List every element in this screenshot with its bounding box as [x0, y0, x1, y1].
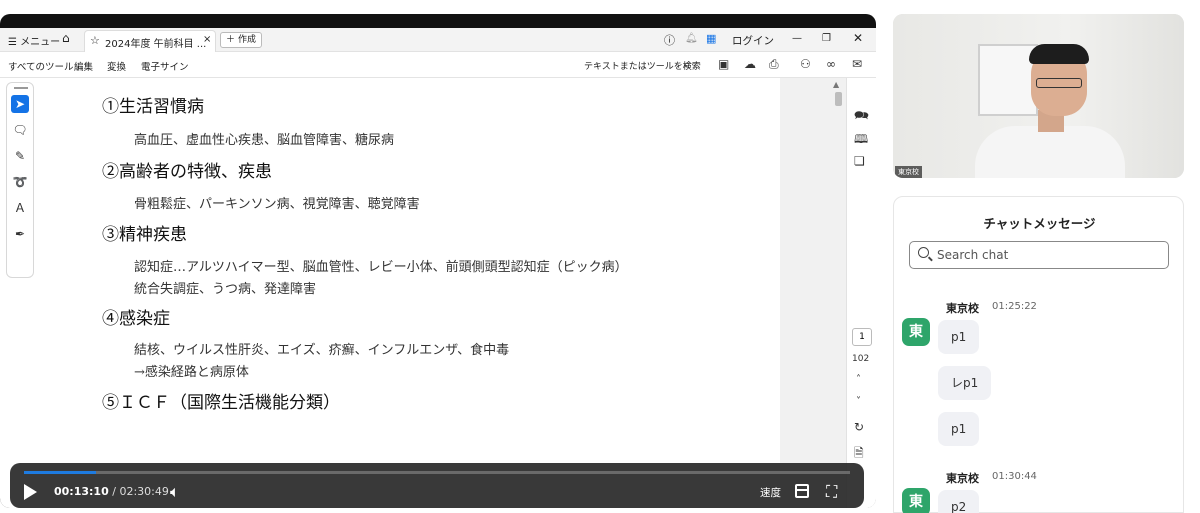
- speed-button[interactable]: 速度: [760, 485, 781, 500]
- page-number-input[interactable]: 1: [852, 328, 872, 346]
- pdf-page: ①生活習慣病 高血圧、虚血性心疾患、脳血管障害、糖尿病 ②高齢者の特徴、疾患 骨…: [40, 82, 780, 508]
- message-bubble: p2: [938, 490, 980, 513]
- section-line: 骨粗鬆症、パーキンソン病、視覚障害、聴覚障害: [134, 197, 420, 212]
- restore-icon[interactable]: ❐: [822, 33, 831, 44]
- progress-bar[interactable]: [24, 471, 850, 474]
- login-button[interactable]: ログイン: [732, 33, 774, 48]
- mail-icon[interactable]: ✉: [852, 57, 862, 71]
- play-icon[interactable]: [24, 484, 37, 500]
- chevron-up-icon[interactable]: ˄: [856, 374, 861, 385]
- message-bubble: p1: [938, 412, 980, 446]
- section-line: 高血圧、虚血性心疾患、脳血管障害、糖尿病: [134, 133, 395, 148]
- scroll-up-arrow[interactable]: ▲: [833, 80, 839, 89]
- minimize-icon[interactable]: —: [792, 33, 802, 44]
- edit-menu[interactable]: 編集: [74, 59, 93, 73]
- sign-icon[interactable]: ✒: [11, 225, 29, 243]
- rail-grip[interactable]: [14, 87, 28, 89]
- search-icon: [918, 247, 929, 258]
- current-time: 00:13:10: [54, 485, 109, 498]
- message-time: 01:25:22: [992, 301, 1037, 312]
- avatar: 東: [902, 488, 930, 513]
- share-icon[interactable]: ⚇: [800, 57, 811, 71]
- convert-menu[interactable]: 変換: [107, 59, 126, 73]
- upload-icon[interactable]: ☁: [744, 57, 756, 71]
- presenter-hair: [1029, 44, 1089, 64]
- message-bubble: p1: [938, 320, 980, 354]
- all-tools-menu[interactable]: すべてのツール: [8, 59, 73, 73]
- section-heading: ②高齢者の特徴、疾患: [102, 162, 272, 182]
- presenter-body: [975, 126, 1125, 178]
- message-sender: 東京校: [946, 302, 979, 315]
- close-tab-icon[interactable]: ×: [203, 34, 211, 45]
- chat-title: チャットメッセージ: [983, 216, 1096, 231]
- pages-icon[interactable]: ❏: [854, 154, 865, 168]
- menu-button[interactable]: ☰ メニュー: [8, 33, 60, 48]
- comments-panel-icon[interactable]: 🗪︎: [854, 106, 869, 127]
- chat-panel: チャットメッセージ 東京校 01:25:22 東 p1 レp1 p1 東京校 0…: [893, 196, 1184, 513]
- section-line: 統合失調症、うつ病、発達障害: [134, 282, 317, 297]
- progress-fill: [24, 471, 96, 474]
- fullscreen-icon[interactable]: ⛶: [826, 482, 837, 502]
- section-line: 結核、ウイルス性肝炎、エイズ、疥癬、インフルエンザ、食中毒: [134, 343, 510, 358]
- create-button[interactable]: ＋ 作成: [220, 32, 262, 48]
- plus-icon: ＋: [226, 35, 236, 45]
- message-time: 01:30:44: [992, 471, 1037, 482]
- vertical-scrollbar[interactable]: [835, 92, 842, 106]
- title-bar: ☰ メニュー ⌂ ☆ 2024年度 午前科目 ... × ＋ 作成 ⓘ 🔔︎ ▦…: [0, 28, 876, 52]
- save-icon[interactable]: ▣: [718, 57, 729, 71]
- tab-title: 2024年度 午前科目 ...: [105, 39, 207, 50]
- select-cursor-icon[interactable]: ➤: [11, 95, 29, 113]
- acrobat-window: ☰ メニュー ⌂ ☆ 2024年度 午前科目 ... × ＋ 作成 ⓘ 🔔︎ ▦…: [0, 28, 876, 508]
- bookmark-icon[interactable]: 🕮︎: [854, 130, 868, 151]
- video-controls: 00:13:10 / 02:30:49 🔈︎ 速度 ⛶: [10, 463, 864, 508]
- section-heading: ④感染症: [102, 309, 170, 329]
- pen-icon[interactable]: ✎: [11, 147, 29, 165]
- presenter-glasses: [1036, 78, 1082, 88]
- section-heading: ⑤ＩＣＦ（国際生活機能分類）: [102, 393, 340, 413]
- total-time: 02:30:49: [119, 485, 169, 498]
- document-tab[interactable]: ☆ 2024年度 午前科目 ... ×: [84, 30, 216, 52]
- home-icon[interactable]: ⌂: [62, 31, 70, 45]
- section-heading: ①生活習慣病: [102, 97, 204, 117]
- bell-icon[interactable]: 🔔︎: [685, 33, 698, 44]
- document-settings-icon[interactable]: 🗎︎: [854, 444, 864, 465]
- avatar: 東: [902, 318, 930, 346]
- menu-label: メニュー: [20, 37, 61, 48]
- page-gutter: [780, 78, 846, 508]
- text-box-icon[interactable]: Ａ: [11, 199, 29, 217]
- search-icon[interactable]: ⌕: [684, 57, 691, 72]
- comment-icon[interactable]: 🗨︎: [11, 121, 29, 139]
- section-heading: ③精神疾患: [102, 225, 187, 245]
- tool-rail: ➤ 🗨︎ ✎ ➰ Ａ ✒: [6, 82, 34, 278]
- chevron-down-icon[interactable]: ˅: [856, 396, 861, 407]
- print-icon[interactable]: ⎙: [769, 57, 779, 72]
- close-window-icon[interactable]: ✕: [853, 31, 863, 45]
- volume-icon[interactable]: 🔈︎: [170, 482, 180, 502]
- help-icon[interactable]: ⓘ: [664, 32, 675, 48]
- search-chat-input[interactable]: [937, 246, 1157, 264]
- message-bubble: レp1: [938, 366, 992, 400]
- time-readout: 00:13:10 / 02:30:49: [54, 485, 169, 498]
- message-sender: 東京校: [946, 472, 979, 485]
- star-icon[interactable]: ☆: [90, 34, 100, 47]
- right-side-rail: 🗪︎ 🕮︎ ❏ 1 102 ˄ ˅ ↻ 🗎︎: [846, 78, 876, 508]
- refresh-icon[interactable]: ↻: [854, 420, 864, 434]
- time-separator: /: [112, 485, 116, 498]
- page-total: 102: [852, 354, 870, 364]
- create-label: 作成: [237, 35, 256, 45]
- lasso-icon[interactable]: ➰: [11, 173, 29, 191]
- video-player[interactable]: ☰ メニュー ⌂ ☆ 2024年度 午前科目 ... × ＋ 作成 ⓘ 🔔︎ ▦…: [0, 14, 876, 508]
- esign-menu[interactable]: 電子サイン: [141, 59, 189, 73]
- webcam-feed: 東京校: [893, 14, 1184, 178]
- layout-icon[interactable]: [795, 484, 809, 498]
- tool-menubar: すべてのツール 編集 変換 電子サイン テキストまたはツールを検索 ⌕ ▣ ☁ …: [0, 52, 876, 78]
- hamburger-icon: ☰: [8, 37, 17, 48]
- webcam-label: 東京校: [895, 166, 922, 178]
- section-line: →感染経路と病原体: [134, 365, 249, 380]
- chat-search[interactable]: [909, 241, 1169, 269]
- section-line: 認知症…アルツハイマー型、脳血管性、レビー小体、前頭側頭型認知症（ピック病）: [134, 260, 628, 275]
- apps-grid-icon[interactable]: ▦: [706, 32, 716, 45]
- link-icon[interactable]: ∞: [826, 57, 836, 71]
